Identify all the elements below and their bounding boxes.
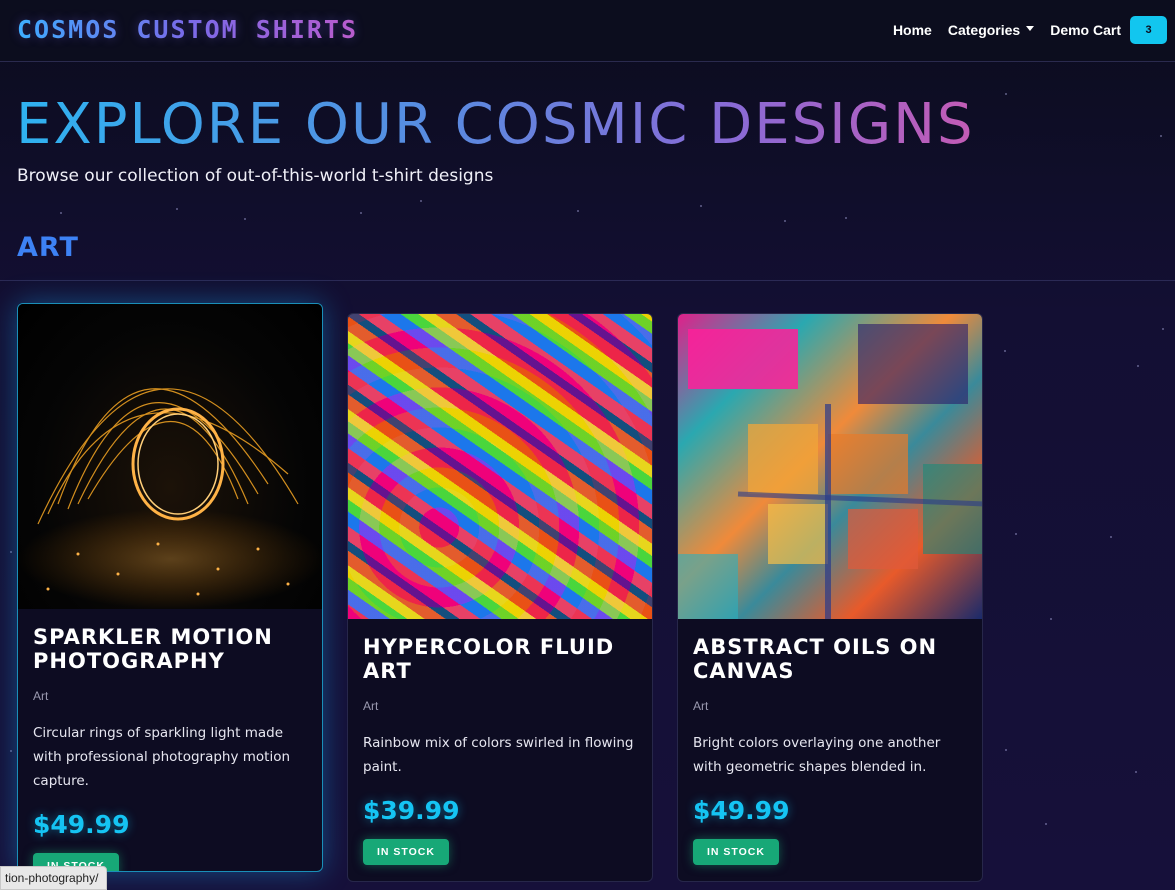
top-navbar: COSMOS CUSTOM SHIRTS Home Categories Dem… — [0, 0, 1175, 62]
page-subtitle: Browse our collection of out-of-this-wor… — [17, 166, 494, 186]
product-description: Rainbow mix of colors swirled in flowing… — [363, 735, 634, 775]
nav-links: Home Categories Demo Cart 3 — [877, 16, 1167, 44]
status-url: tion-photography/ — [5, 871, 99, 885]
product-card[interactable]: SPARKLER MOTION PHOTOGRAPHY Art Circular… — [17, 303, 323, 872]
nav-cart-label: Demo Cart — [1050, 22, 1121, 38]
product-category: Art — [363, 699, 379, 713]
abstract-art-image — [678, 324, 982, 619]
cart-count-badge: 3 — [1130, 16, 1167, 44]
product-card[interactable]: HYPERCOLOR FLUID ART Art Rainbow mix of … — [347, 313, 653, 882]
stock-status-badge: IN STOCK — [363, 839, 449, 865]
product-card-body: SPARKLER MOTION PHOTOGRAPHY Art Circular… — [18, 609, 322, 871]
product-card-body: HYPERCOLOR FLUID ART Art Rainbow mix of … — [348, 619, 652, 865]
nav-categories-dropdown[interactable]: Categories — [947, 22, 1035, 38]
sparkler-art-image — [18, 388, 322, 609]
nav-cart-link[interactable]: Demo Cart 3 — [1050, 16, 1167, 44]
brand-logo[interactable]: COSMOS CUSTOM SHIRTS — [17, 15, 358, 44]
product-image-sparkler[interactable] — [18, 304, 322, 609]
product-title[interactable]: ABSTRACT OILS ON CANVAS — [693, 635, 967, 683]
product-price: $39.99 — [363, 796, 460, 825]
nav-home-link[interactable]: Home — [893, 22, 932, 38]
section-title-art: ART — [17, 232, 79, 263]
product-category: Art — [693, 699, 709, 713]
product-card-body: ABSTRACT OILS ON CANVAS Art Bright color… — [678, 619, 982, 865]
product-price: $49.99 — [33, 810, 130, 839]
nav-categories-label: Categories — [947, 22, 1021, 38]
stock-status-badge: IN STOCK — [693, 839, 779, 865]
section-divider — [0, 280, 1175, 281]
product-category: Art — [33, 689, 49, 703]
product-image-abstract-oils[interactable] — [678, 314, 982, 619]
product-title[interactable]: HYPERCOLOR FLUID ART — [363, 635, 637, 683]
product-price: $49.99 — [693, 796, 790, 825]
page-title: EXPLORE OUR COSMIC DESIGNS — [16, 92, 975, 157]
product-description: Circular rings of sparkling light made w… — [33, 725, 291, 789]
product-description: Bright colors overlaying one another wit… — [693, 735, 941, 775]
product-card[interactable]: ABSTRACT OILS ON CANVAS Art Bright color… — [677, 313, 983, 882]
product-title[interactable]: SPARKLER MOTION PHOTOGRAPHY — [33, 625, 307, 673]
chevron-down-icon — [1026, 26, 1035, 31]
browser-status-bar: tion-photography/ — [0, 866, 108, 890]
product-image-fluid-art[interactable] — [348, 314, 652, 619]
